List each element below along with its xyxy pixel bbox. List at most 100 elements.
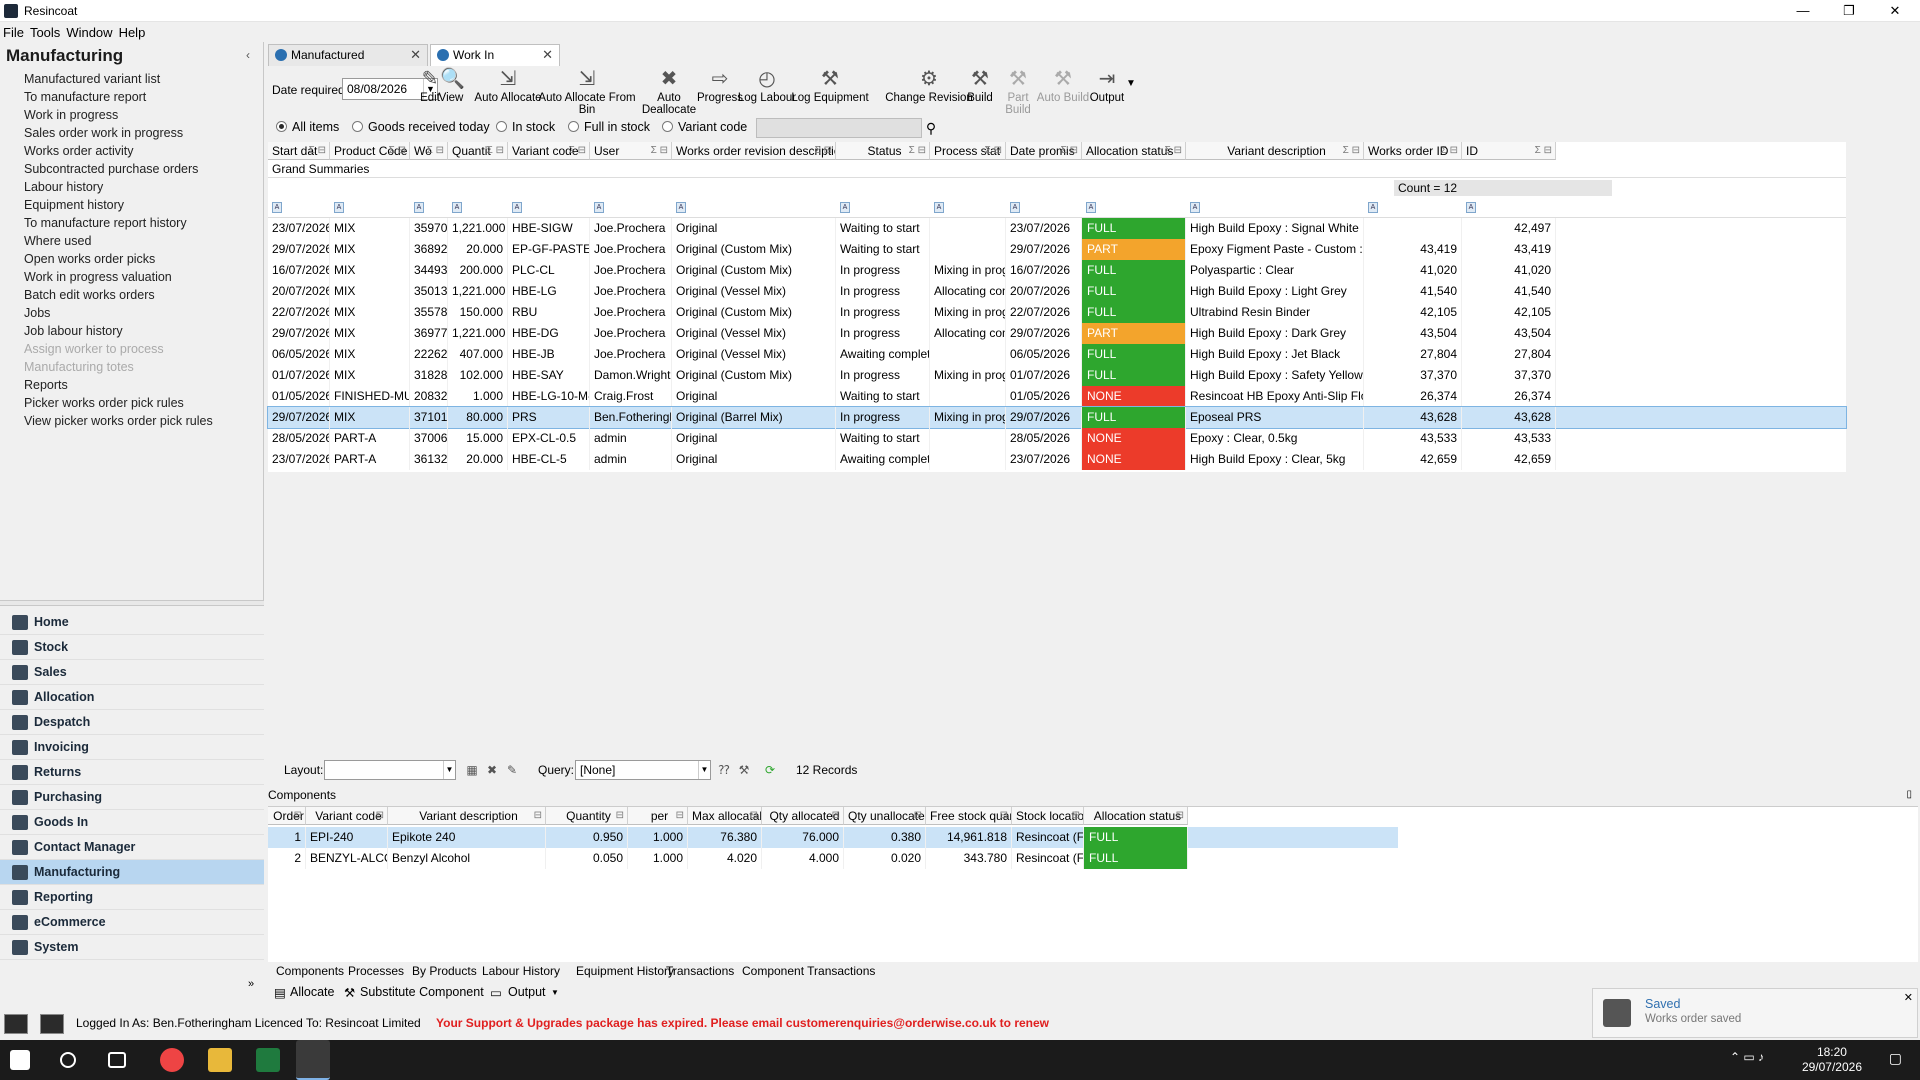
column-menu-icon[interactable]: ⊟ [1000,807,1008,824]
column-filter-icon[interactable]: A [1086,202,1096,213]
column-filter-icon[interactable]: A [1368,202,1378,213]
component-header-max-allocatable[interactable]: Max allocatable⊟ [688,807,762,825]
column-filter-icon[interactable]: A [840,202,850,213]
column-header-variant-description[interactable]: Variant description Σ ⊟ [1186,142,1364,160]
column-menu-icon[interactable]: ⊟ [914,807,922,824]
sidebar-link-open-works-order-picks[interactable]: Open works order picks [24,250,260,268]
auto-deallocate-button[interactable]: ✖ Auto Deallocate [632,68,706,116]
component-header-variant-code[interactable]: Variant code ⊟ [306,807,388,825]
component-header-variant-description[interactable]: Variant description ⊟ [388,807,546,825]
menu-tools[interactable]: Tools [27,24,63,42]
column-menu-icon[interactable]: Σ ⊟ [1343,142,1360,159]
table-row[interactable]: 22/07/2026 MIX 35578 150.000 RBU Joe.Prochera… [268,302,1846,323]
filter-in-stock[interactable]: In stock [496,120,555,134]
minimize-button[interactable]: — [1780,0,1826,22]
tab-component-transactions[interactable]: Component Transactions [742,964,875,978]
orderwise-app-icon[interactable] [296,1040,330,1080]
component-header-free-stock-quantity[interactable]: Free stock quantity⊟ [926,807,1012,825]
table-row[interactable]: 29/07/2026 MIX 37101 80.000 PRS Ben.Fothering… [267,406,1847,429]
tab-components[interactable]: Components [276,964,344,978]
column-menu-icon[interactable]: Σ ⊟ [985,142,1002,159]
support-warning[interactable]: Your Support & Upgrades package has expi… [436,1016,1049,1030]
table-row[interactable]: 01/07/2026 MIX 31828 102.000 HBE-SAY Damon.Wr… [268,365,1846,386]
layout-select[interactable]: ▼ [324,760,456,780]
pin-icon[interactable]: ▯ [1906,788,1912,802]
column-header-start-dat[interactable]: Start dat Σ ⊟ [268,142,330,160]
search-input[interactable] [756,118,922,138]
sidebar-link-works-order-activity[interactable]: Works order activity [24,142,260,160]
table-row[interactable]: 29/07/2026 MIX 36892 20.000 EP-GF-PASTE Joe.P… [268,239,1846,260]
column-menu-icon[interactable]: Σ ⊟ [815,142,832,159]
refresh-icon[interactable]: ⟳ [762,762,778,778]
sidebar-link-equipment-history[interactable]: Equipment history [24,196,260,214]
nav-goods-in[interactable]: Goods In [0,810,264,835]
component-row[interactable]: 2BENZYL-ALCOHBenzyl Alcohol0.0501.0004.0… [268,848,1398,869]
delete-layout-icon[interactable]: ✖ [484,762,500,778]
sidebar-link-manufactured-variant-list[interactable]: Manufactured variant list [24,70,260,88]
output-dropdown-icon[interactable]: ▼ [1126,78,1136,89]
notifications-icon[interactable]: ▢ [1889,1050,1902,1067]
nav-returns[interactable]: Returns [0,760,264,785]
restore-button[interactable]: ❐ [1826,0,1872,22]
table-row[interactable]: 06/05/2026 MIX 22262 407.000 HBE-JB Joe.Proch… [268,344,1846,365]
filter-all-items[interactable]: All items [276,120,339,134]
tab-processes[interactable]: Processes [348,964,404,978]
sidebar-link-jobs[interactable]: Jobs [24,304,260,322]
column-menu-icon[interactable]: Σ ⊟ [1061,142,1078,159]
file-explorer-icon[interactable] [208,1048,232,1072]
tab-work-in-progress[interactable]: Work In Progress✕ [430,44,560,82]
column-header-works-order-revision-description[interactable]: Works order revision description Σ ⊟ [672,142,836,160]
filter-goods-received-today[interactable]: Goods received today [352,120,490,134]
nav-stock[interactable]: Stock [0,635,264,660]
query-select[interactable]: [None] ▼ [575,760,711,780]
column-filter-icon[interactable]: A [1466,202,1476,213]
sidebar-link-manufacturing-totes[interactable]: Manufacturing totes [24,358,260,376]
sidebar-link-reports[interactable]: Reports [24,376,260,394]
column-menu-icon[interactable]: Σ ⊟ [651,142,668,159]
component-header-quantity[interactable]: Quantity ⊟ [546,807,628,825]
table-row[interactable]: 01/05/2026FINISHED-MULT208321.000HBE-LG-… [268,386,1846,407]
column-header-user[interactable]: User Σ ⊟ [590,142,672,160]
column-filter-icon[interactable]: A [512,202,522,213]
component-header-per[interactable]: per ⊟ [628,807,688,825]
column-menu-icon[interactable]: Σ ⊟ [389,142,406,159]
close-tab-icon[interactable]: ✕ [410,45,421,65]
column-menu-icon[interactable]: Σ ⊟ [909,142,926,159]
search-icon[interactable] [60,1052,76,1068]
view-button[interactable]: 🔍 View [436,68,466,104]
tab-by-products[interactable]: By Products [412,964,477,978]
sidebar-link-labour-history[interactable]: Labour history [24,178,260,196]
column-menu-icon[interactable]: ⊟ [676,807,684,824]
save-layout-icon[interactable]: ▦ [464,762,480,778]
column-menu-icon[interactable]: Σ ⊟ [427,142,444,159]
column-header-id[interactable]: ID Σ ⊟ [1462,142,1556,160]
column-menu-icon[interactable]: ⊟ [294,807,302,824]
sidebar-link-work-in-progress-valuation[interactable]: Work in progress valuation [24,268,260,286]
allocate-button[interactable]: Allocate [290,985,334,999]
table-row[interactable]: 23/07/2026 PART-A 36132 20.000 HBE-CL-5 admin… [268,449,1846,470]
output-button[interactable]: Output [508,985,546,999]
sidebar-link-view-picker-works-order-pick-rules[interactable]: View picker works order pick rules [24,412,260,430]
task-view-icon[interactable] [108,1052,126,1068]
column-header-process-stat[interactable]: Process stat Σ ⊟ [930,142,1006,160]
column-menu-icon[interactable]: Σ ⊟ [1535,142,1552,159]
component-header-qty-unallocated[interactable]: Qty unallocated ⊟ [844,807,926,825]
column-menu-icon[interactable]: Σ ⊟ [309,142,326,159]
sidebar-link-job-labour-history[interactable]: Job labour history [24,322,260,340]
table-row[interactable]: 23/07/2026 MIX 35970 1,221.000 HBE-SIGW Joe.P… [268,218,1846,239]
column-menu-icon[interactable]: Σ ⊟ [487,142,504,159]
change-revision-button[interactable]: ⚙ Change Revision [884,68,974,104]
substitute-component-button[interactable]: Substitute Component [360,985,484,999]
collapse-sidebar-icon[interactable]: ‹ [246,48,250,62]
column-header-wo[interactable]: Wo Σ ⊟ [410,142,448,160]
tab-equipment-history[interactable]: Equipment History [576,964,674,978]
sidebar-splitter[interactable] [0,600,264,606]
column-filter-icon[interactable]: A [594,202,604,213]
chevron-down-icon[interactable]: ▼ [443,761,455,779]
column-header-variant-code[interactable]: Variant code Σ ⊟ [508,142,590,160]
column-header-status[interactable]: Status Σ ⊟ [836,142,930,160]
chrome-icon[interactable] [160,1048,184,1072]
clear-query-icon[interactable]: ⚒ [736,762,752,778]
chevron-down-icon[interactable]: ▼ [551,988,559,997]
nav-more-icon[interactable]: » [248,978,254,990]
